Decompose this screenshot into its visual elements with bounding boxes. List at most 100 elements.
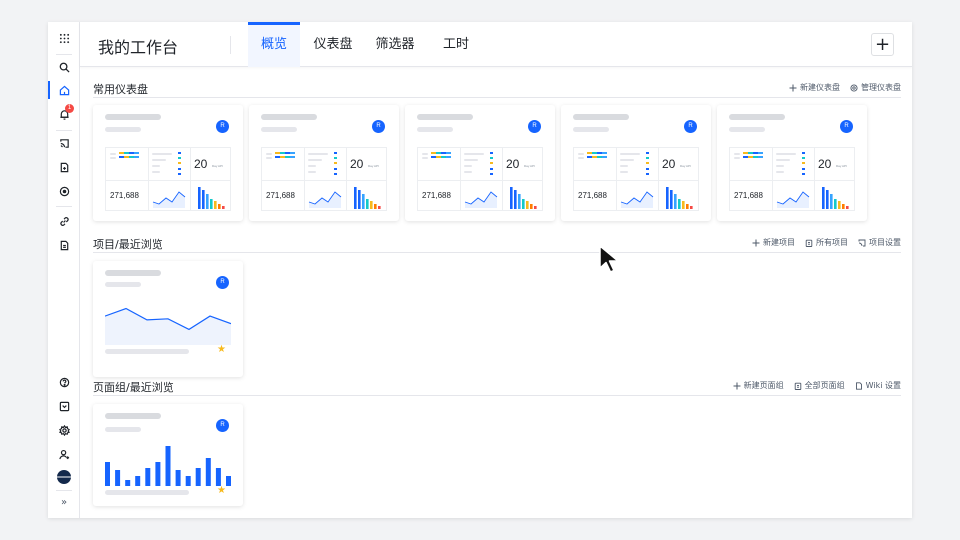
mini-bar: [522, 199, 525, 209]
pagegroup-avatar-badge: R: [216, 419, 229, 432]
mini-line-chart: [464, 191, 498, 208]
file-icon[interactable]: [48, 234, 80, 256]
mini-bar: [210, 199, 213, 209]
manage-dashboards-button[interactable]: 管理仪表盘: [850, 82, 901, 93]
all-projects-button[interactable]: 所有项目: [805, 237, 848, 248]
sidebar: 1 »: [48, 22, 80, 518]
dashboard-thumbnail: 20 Day API 271,688: [573, 147, 699, 211]
bar: [205, 458, 211, 486]
top-header: 我的工作台 概览 仪表盘 筛选器 工时 +: [80, 22, 912, 67]
action-label: Wiki 设置: [865, 381, 901, 390]
kpi-value: 20: [350, 157, 364, 171]
kpi-value: 20: [194, 157, 208, 171]
bar: [155, 462, 161, 486]
section-title: 页面组/最近浏览: [93, 381, 174, 394]
mini-text: [620, 171, 628, 173]
link-icon[interactable]: [48, 210, 80, 232]
mini-marker: [334, 173, 337, 175]
mini-marker: [802, 157, 805, 159]
card-title-placeholder: [105, 114, 161, 120]
new-project-button[interactable]: 新建项目: [752, 237, 795, 248]
kpi-unit: Day API: [836, 164, 847, 168]
mini-marker: [490, 173, 493, 175]
tab-overview[interactable]: 概览: [248, 22, 300, 67]
mini-bar: [842, 204, 845, 209]
mini-bar: [518, 194, 521, 209]
card-subtitle-placeholder: [417, 127, 453, 132]
star-icon[interactable]: ★: [217, 485, 226, 496]
dashboard-card[interactable]: R 20 Day API 271,688: [249, 105, 399, 221]
kpi-unit: Day API: [212, 164, 223, 168]
sidebar-divider: [56, 206, 72, 207]
wiki-settings-button[interactable]: Wiki 设置: [855, 380, 901, 391]
tab-filters[interactable]: 筛选器: [370, 22, 420, 67]
mini-marker: [646, 168, 649, 170]
mini-legend: [119, 156, 139, 158]
mini-bar: [526, 201, 529, 209]
project-card[interactable]: R ★: [93, 261, 243, 377]
dashboard-card[interactable]: R 20 Day API 271,688: [561, 105, 711, 221]
add-button[interactable]: +: [871, 33, 894, 56]
file-icon: [855, 381, 862, 390]
dashboard-avatar-badge: R: [372, 120, 385, 133]
mini-text: [578, 153, 584, 155]
compass-icon[interactable]: [48, 180, 80, 202]
star-icon[interactable]: ★: [217, 344, 226, 355]
bell-icon[interactable]: 1: [48, 103, 80, 125]
mini-text: [734, 157, 740, 159]
mini-text: [734, 153, 740, 155]
mini-bar: [682, 201, 685, 209]
kpi-value: 20: [818, 157, 832, 171]
mini-text: [464, 165, 472, 167]
card-subtitle-placeholder: [105, 427, 141, 432]
bar: [215, 468, 221, 486]
tab-worktime[interactable]: 工时: [434, 22, 478, 67]
user-add-icon[interactable]: [48, 443, 80, 465]
kpi-unit: Day API: [524, 164, 535, 168]
clipboard-icon: [805, 239, 813, 247]
new-pagegroup-button[interactable]: 新建页面组: [733, 380, 784, 391]
all-pagegroups-button[interactable]: 全部页面组: [794, 380, 845, 391]
dashboard-card[interactable]: R 20 Day API 271,688: [93, 105, 243, 221]
mini-bar: [666, 187, 669, 209]
clipboard-icon: [794, 382, 801, 390]
action-label: 管理仪表盘: [861, 83, 901, 92]
card-title-placeholder: [105, 270, 161, 276]
home-icon[interactable]: [48, 79, 80, 101]
gear-icon[interactable]: [48, 419, 80, 441]
project-settings-button[interactable]: 项目设置: [858, 237, 901, 248]
mini-bar: [846, 206, 849, 209]
avatar[interactable]: [57, 470, 71, 484]
metric-value: 271,688: [266, 191, 295, 200]
inbox-icon[interactable]: [48, 395, 80, 417]
new-dashboard-button[interactable]: 新建仪表盘: [789, 82, 840, 93]
pagegroup-card[interactable]: R ★: [93, 404, 243, 506]
doc-icon[interactable]: [48, 156, 80, 178]
mini-bar: [214, 201, 217, 209]
metric-value: 271,688: [578, 191, 607, 200]
section-actions: 新建仪表盘 管理仪表盘: [789, 82, 901, 93]
section-header-pagegroups: 页面组/最近浏览 新建页面组 全部页面组 Wiki 设置: [93, 380, 901, 396]
mini-text: [308, 159, 322, 161]
mini-marker: [178, 173, 181, 175]
dashboard-card[interactable]: R 20 Day API 271,688: [717, 105, 867, 221]
card-subtitle-placeholder: [573, 127, 609, 132]
help-icon[interactable]: [48, 371, 80, 393]
mini-bar: [674, 194, 677, 209]
mini-bar: [690, 206, 693, 209]
dashboard-thumbnail: 20 Day API 271,688: [729, 147, 855, 211]
mini-text: [266, 153, 272, 155]
mini-bar: [670, 190, 673, 209]
apps-icon[interactable]: [48, 27, 80, 49]
search-icon[interactable]: [48, 56, 80, 78]
user-avatar[interactable]: [48, 466, 80, 488]
expand-sidebar-icon[interactable]: »: [48, 491, 80, 513]
tab-dashboards[interactable]: 仪表盘: [308, 22, 358, 67]
mini-marker: [802, 168, 805, 170]
cast-icon[interactable]: [48, 132, 80, 154]
mini-marker: [334, 152, 337, 154]
dashboard-card[interactable]: R 20 Day API 271,688: [405, 105, 555, 221]
mini-text: [620, 153, 640, 155]
mini-marker: [646, 162, 649, 164]
mini-bar: [374, 204, 377, 209]
